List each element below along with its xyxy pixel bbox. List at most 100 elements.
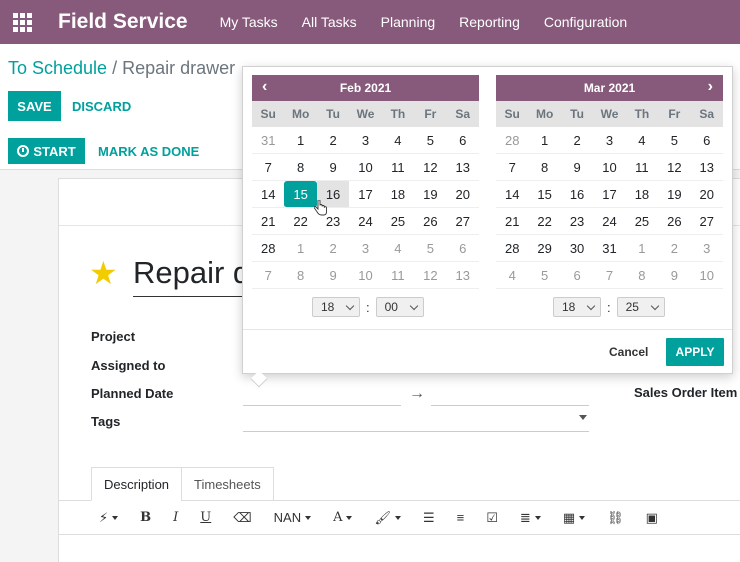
underline-icon[interactable]: U xyxy=(200,510,211,525)
menu-reporting[interactable]: Reporting xyxy=(459,14,520,30)
calendar-day[interactable]: 20 xyxy=(690,181,723,208)
calendar-day[interactable]: 20 xyxy=(446,181,479,208)
font-color-icon[interactable]: A xyxy=(333,510,353,525)
calendar-day[interactable]: 13 xyxy=(690,154,723,181)
save-button[interactable]: SAVE xyxy=(8,91,61,121)
calendar-day[interactable]: 9 xyxy=(316,154,350,181)
calendar-day[interactable]: 1 xyxy=(625,235,659,262)
checklist-icon[interactable]: ☑ xyxy=(486,510,498,526)
calendar-day[interactable]: 14 xyxy=(252,181,285,208)
calendar-day[interactable]: 10 xyxy=(349,262,382,289)
calendar-day[interactable]: 8 xyxy=(284,154,317,181)
calendar-day[interactable]: 6 xyxy=(446,127,479,154)
calendar-day[interactable]: 5 xyxy=(658,127,691,154)
calendar-day[interactable]: 19 xyxy=(414,181,447,208)
tab-description[interactable]: Description xyxy=(91,467,183,501)
hour-select-left[interactable]: 18 xyxy=(312,297,360,317)
calendar-day[interactable]: 12 xyxy=(414,154,447,181)
calendar-day[interactable]: 6 xyxy=(690,127,723,154)
table-icon[interactable]: ▦ xyxy=(563,510,586,526)
calendar-day[interactable]: 10 xyxy=(349,154,382,181)
calendar-day[interactable]: 1 xyxy=(284,127,317,154)
calendar-day[interactable]: 22 xyxy=(528,208,561,235)
menu-configuration[interactable]: Configuration xyxy=(544,14,627,30)
menu-my-tasks[interactable]: My Tasks xyxy=(220,14,278,30)
calendar-day[interactable]: 17 xyxy=(349,181,382,208)
calendar-day[interactable]: 31 xyxy=(593,235,626,262)
apply-button[interactable]: APPLY xyxy=(666,338,724,366)
tags-input[interactable] xyxy=(243,431,589,432)
calendar-day[interactable]: 27 xyxy=(690,208,723,235)
calendar-day[interactable]: 23 xyxy=(560,208,594,235)
calendar-day[interactable]: 2 xyxy=(658,235,691,262)
calendar-day[interactable]: 16 xyxy=(560,181,594,208)
calendar-day[interactable]: 4 xyxy=(381,235,415,262)
calendar-day[interactable]: 9 xyxy=(560,154,594,181)
start-button[interactable]: START xyxy=(8,138,85,164)
calendar-day[interactable]: 25 xyxy=(381,208,415,235)
calendar-day[interactable]: 11 xyxy=(381,154,415,181)
calendar-day[interactable]: 7 xyxy=(593,262,626,289)
calendar-day[interactable]: 1 xyxy=(284,235,317,262)
bold-icon[interactable]: B xyxy=(140,510,151,525)
calendar-day[interactable]: 18 xyxy=(625,181,659,208)
calendar-day[interactable]: 19 xyxy=(658,181,691,208)
calendar-day[interactable]: 4 xyxy=(625,127,659,154)
calendar-day[interactable]: 15 xyxy=(284,181,317,208)
calendar-day[interactable]: 9 xyxy=(658,262,691,289)
calendar-day[interactable]: 2 xyxy=(560,127,594,154)
menu-all-tasks[interactable]: All Tasks xyxy=(302,14,357,30)
calendar-day[interactable]: 30 xyxy=(560,235,594,262)
apps-menu-icon[interactable] xyxy=(0,0,44,44)
calendar-day[interactable]: 18 xyxy=(381,181,415,208)
mark-as-done-button[interactable]: MARK AS DONE xyxy=(98,138,199,164)
calendar-day[interactable]: 21 xyxy=(496,208,529,235)
calendar-day[interactable]: 26 xyxy=(414,208,447,235)
calendar-day[interactable]: 4 xyxy=(381,127,415,154)
calendar-day[interactable]: 9 xyxy=(316,262,350,289)
calendar-day[interactable]: 24 xyxy=(349,208,382,235)
calendar-day[interactable]: 4 xyxy=(496,262,529,289)
menu-planning[interactable]: Planning xyxy=(381,14,436,30)
calendar-day[interactable]: 14 xyxy=(496,181,529,208)
next-month-icon[interactable]: › xyxy=(708,78,713,96)
calendar-day[interactable]: 13 xyxy=(446,262,479,289)
calendar-day[interactable]: 26 xyxy=(658,208,691,235)
calendar-day[interactable]: 8 xyxy=(284,262,317,289)
calendar-day[interactable]: 3 xyxy=(593,127,626,154)
cancel-button[interactable]: Cancel xyxy=(609,345,648,359)
minute-select-left[interactable]: 00 xyxy=(375,297,424,317)
calendar-day[interactable]: 24 xyxy=(593,208,626,235)
calendar-day[interactable]: 8 xyxy=(625,262,659,289)
calendar-day[interactable]: 3 xyxy=(349,127,382,154)
eraser-icon[interactable]: ⌫ xyxy=(233,510,251,526)
font-size-dropdown[interactable]: NAN xyxy=(274,510,312,525)
calendar-day[interactable]: 21 xyxy=(252,208,285,235)
align-icon[interactable]: ≣ xyxy=(520,510,541,526)
app-brand[interactable]: Field Service xyxy=(58,10,188,34)
calendar-day[interactable]: 11 xyxy=(381,262,415,289)
calendar-day[interactable]: 7 xyxy=(252,154,285,181)
unordered-list-icon[interactable]: ☰ xyxy=(423,510,435,526)
calendar-day[interactable]: 5 xyxy=(528,262,561,289)
calendar-day[interactable]: 22 xyxy=(284,208,317,235)
calendar-day[interactable]: 6 xyxy=(560,262,594,289)
tab-timesheets[interactable]: Timesheets xyxy=(181,467,274,501)
calendar-day[interactable]: 2 xyxy=(316,235,350,262)
calendar-day[interactable]: 29 xyxy=(528,235,561,262)
star-icon[interactable]: ★ xyxy=(89,257,118,289)
calendar-day[interactable]: 28 xyxy=(496,127,529,154)
minute-select-right[interactable]: 25 xyxy=(616,297,665,317)
calendar-day[interactable]: 12 xyxy=(658,154,691,181)
calendar-day[interactable]: 3 xyxy=(349,235,382,262)
calendar-day[interactable]: 31 xyxy=(252,127,285,154)
italic-icon[interactable]: I xyxy=(173,510,178,525)
ordered-list-icon[interactable]: ≡ xyxy=(457,510,465,525)
calendar-day[interactable]: 13 xyxy=(446,154,479,181)
calendar-day[interactable]: 10 xyxy=(690,262,723,289)
tags-dropdown-icon[interactable] xyxy=(579,415,587,420)
calendar-day[interactable]: 5 xyxy=(414,127,447,154)
link-icon[interactable]: ⛓ xyxy=(607,510,624,526)
calendar-day[interactable]: 8 xyxy=(528,154,561,181)
calendar-day[interactable]: 3 xyxy=(690,235,723,262)
